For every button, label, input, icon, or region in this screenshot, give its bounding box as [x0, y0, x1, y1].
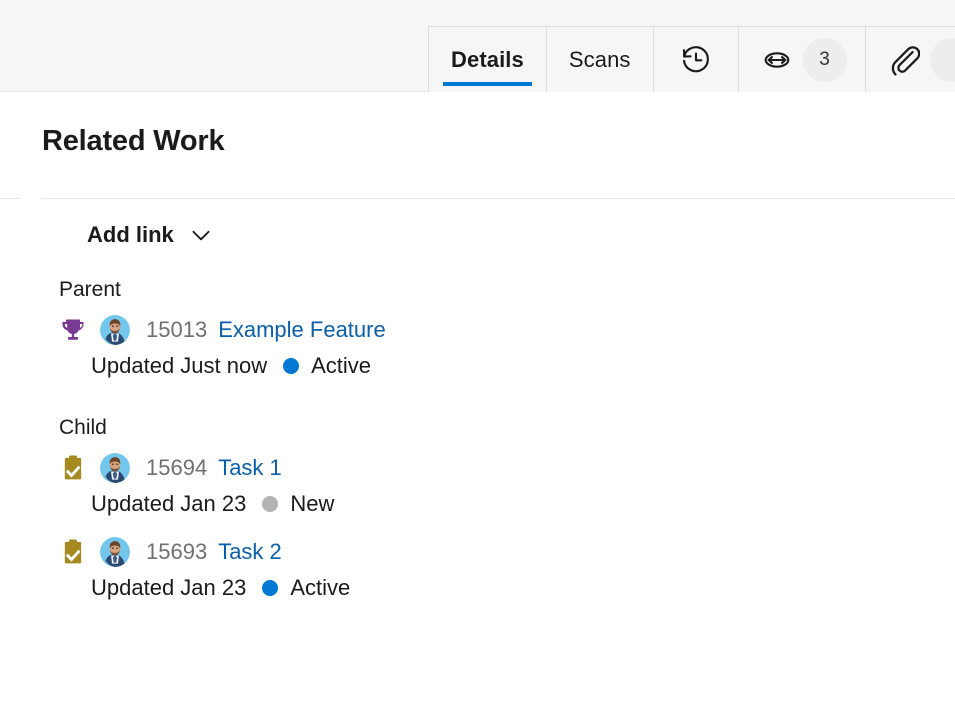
avatar [100, 453, 130, 483]
related-work-item-primary: 15693 Task 2 [0, 534, 955, 570]
work-item-id: 15013 [146, 317, 208, 342]
status-dot [262, 580, 279, 596]
attachments-count-badge [929, 37, 955, 82]
related-work-list: Parent 15013 Example Feature Updated Jus… [0, 278, 955, 626]
add-link-button[interactable]: Add link [87, 222, 214, 248]
section-divider [42, 198, 955, 199]
add-link-label: Add link [87, 222, 174, 247]
task-clipboard-icon [58, 453, 88, 483]
link-group-child: Child 15694 Task 1 Updated Jan 23 New 15… [0, 416, 955, 604]
tab-strip: Details Scans 3 [428, 26, 955, 92]
tab-scans[interactable]: Scans [545, 26, 653, 92]
tab-scans-label: Scans [568, 46, 631, 72]
tab-details[interactable]: Details [428, 26, 546, 92]
status-badge: New [290, 491, 335, 516]
work-item-tab-bar: Details Scans 3 [0, 0, 955, 92]
task-clipboard-icon [58, 537, 88, 567]
related-work-item-primary: 15694 Task 1 [0, 450, 955, 486]
tab-active-indicator [443, 82, 532, 86]
related-work-item[interactable]: 15013 Example Feature Updated Just now A… [0, 312, 955, 382]
updated-text: Updated Just now [91, 353, 268, 378]
updated-text: Updated Jan 23 [91, 575, 247, 600]
tab-history[interactable] [652, 26, 738, 92]
work-item-id: 15694 [146, 455, 208, 480]
links-count-badge: 3 [802, 37, 847, 82]
link-group-label: Parent [59, 278, 121, 301]
avatar [100, 315, 130, 345]
work-item-id: 15693 [146, 539, 208, 564]
work-item-title-link[interactable]: Task 1 [218, 455, 282, 481]
status-dot [283, 358, 300, 374]
section-divider-stub [0, 198, 20, 199]
related-work-item-secondary: Updated Just now Active [0, 350, 955, 382]
paperclip-icon [888, 44, 920, 76]
tab-links[interactable]: 3 [737, 26, 865, 92]
link-group-parent: Parent 15013 Example Feature Updated Jus… [0, 278, 955, 382]
related-work-item-secondary: Updated Jan 23 Active [0, 572, 955, 604]
status-badge: Active [290, 575, 351, 600]
related-work-item-secondary: Updated Jan 23 New [0, 488, 955, 520]
tab-details-label: Details [451, 46, 524, 72]
history-icon [680, 44, 712, 76]
trophy-icon [58, 315, 88, 345]
status-dot [262, 496, 279, 512]
work-item-title-link[interactable]: Example Feature [218, 317, 386, 343]
tab-attachments[interactable] [864, 26, 955, 92]
related-work-panel: Related Work Add link Parent 15013 Examp… [0, 92, 955, 716]
link-group-label: Child [59, 416, 107, 439]
work-item-title-link[interactable]: Task 2 [218, 539, 282, 565]
link-icon [761, 44, 793, 76]
updated-text: Updated Jan 23 [91, 491, 247, 516]
status-badge: Active [311, 353, 372, 378]
avatar [100, 537, 130, 567]
chevron-down-icon [188, 222, 214, 248]
page-title: Related Work [42, 125, 225, 157]
related-work-item[interactable]: 15694 Task 1 Updated Jan 23 New [0, 450, 955, 520]
related-work-item-primary: 15013 Example Feature [0, 312, 955, 348]
related-work-item[interactable]: 15693 Task 2 Updated Jan 23 Active [0, 534, 955, 604]
